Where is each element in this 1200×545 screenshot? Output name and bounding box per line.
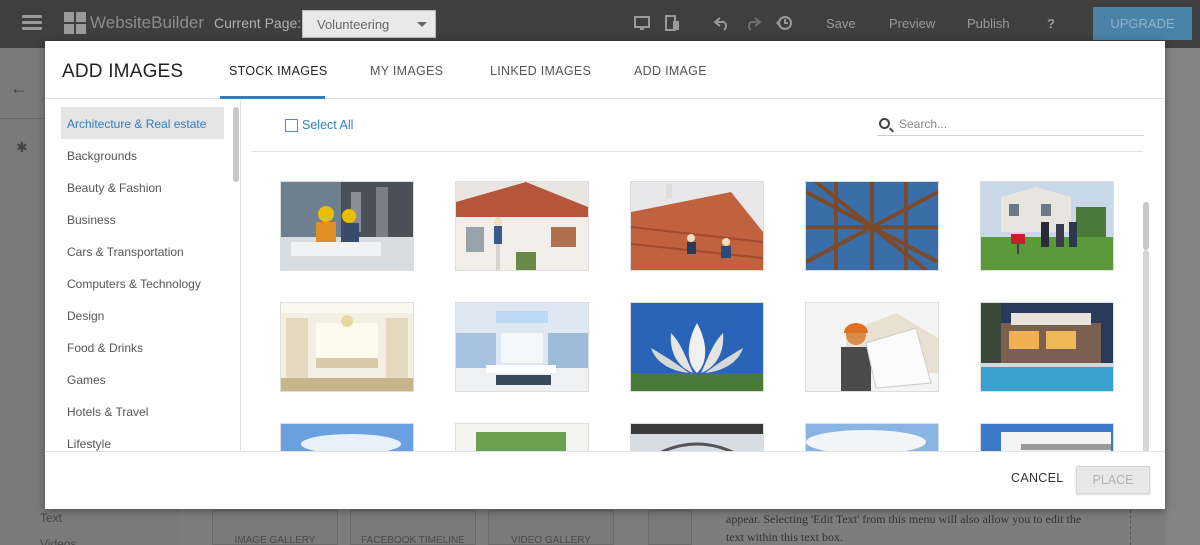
add-images-modal: ADD IMAGES STOCK IMAGES MY IMAGES LINKED… (45, 41, 1165, 509)
upgrade-button[interactable]: UPGRADE (1093, 7, 1192, 40)
publish-button[interactable]: Publish (967, 16, 1010, 31)
left-panel-divider (0, 118, 45, 119)
brand-name: WebsiteBuilder (90, 13, 205, 32)
modal-footer: CANCEL PLACE (45, 451, 1165, 509)
house-for-sale-image (981, 182, 1113, 270)
redo-icon[interactable] (744, 14, 762, 32)
grid-scrollbar[interactable] (1143, 202, 1149, 250)
category-item[interactable]: Hotels & Travel (61, 395, 224, 427)
brand-logo: WebsiteBuilder (64, 12, 204, 34)
category-item[interactable]: Beauty & Fashion (61, 171, 224, 203)
modal-header: ADD IMAGES STOCK IMAGES MY IMAGES LINKED… (45, 41, 1165, 99)
history-icon[interactable] (775, 14, 793, 32)
active-tab-indicator (220, 96, 325, 99)
stock-image-thumb[interactable] (630, 423, 764, 451)
widget-video-gallery[interactable]: VIDEO GALLERY (488, 510, 614, 545)
builder-logo-icon (64, 12, 86, 34)
menu-icon[interactable] (22, 15, 42, 31)
left-panel-item-text[interactable]: Text (40, 511, 62, 525)
widget-facebook-timeline[interactable]: FACEBOOK TIMELINE (350, 510, 476, 545)
category-sidebar: Architecture & Real estate Backgrounds B… (45, 100, 241, 451)
stock-image-thumb[interactable] (805, 423, 939, 451)
stock-image-thumb[interactable] (630, 181, 764, 271)
current-page-select[interactable]: Volunteering (302, 10, 436, 38)
stock-image-thumb[interactable] (280, 423, 414, 451)
puzzle-icon: ✱ (16, 139, 28, 155)
right-edge-panel (1166, 48, 1200, 545)
checkbox-icon[interactable] (285, 118, 298, 132)
save-button[interactable]: Save (826, 16, 856, 31)
category-item[interactable]: Architecture & Real estate (61, 107, 224, 139)
cancel-button[interactable]: CANCEL (1011, 471, 1064, 485)
content-divider (252, 151, 1143, 152)
tab-my-images[interactable]: MY IMAGES (370, 64, 443, 78)
image-grid-area: Select All (242, 100, 1165, 451)
stock-image-thumb[interactable] (455, 181, 589, 271)
tile-roof-workers-image (631, 182, 763, 270)
stock-image-thumb[interactable] (980, 181, 1114, 271)
chevron-down-icon (417, 22, 427, 27)
widget-image-gallery[interactable]: IMAGE GALLERY (212, 510, 338, 545)
construction-workers-image (281, 182, 413, 270)
stock-image-thumb[interactable] (455, 423, 589, 451)
place-button[interactable]: PLACE (1076, 466, 1150, 494)
timber-framing-image (806, 182, 938, 270)
category-item[interactable]: Cars & Transportation (61, 235, 224, 267)
category-item[interactable]: Design (61, 299, 224, 331)
stock-image-thumb[interactable] (630, 302, 764, 392)
green-interior-image (456, 424, 588, 451)
editor-text-line: appear. Selecting 'Edit Text' from this … (726, 512, 1082, 526)
stock-image-thumb[interactable] (455, 302, 589, 392)
stock-image-thumb[interactable] (805, 302, 939, 392)
stock-image-thumb[interactable] (280, 302, 414, 392)
stock-image-thumb[interactable] (980, 423, 1114, 451)
desktop-view-icon[interactable] (633, 14, 651, 32)
modern-living-room-image (456, 303, 588, 391)
modal-title: ADD IMAGES (62, 61, 184, 82)
classic-living-room-image (281, 303, 413, 391)
help-button[interactable]: ? (1047, 16, 1055, 31)
search-box (877, 114, 1144, 136)
roofer-house-image (456, 182, 588, 270)
left-panel-item-videos[interactable]: Videos (40, 537, 76, 545)
category-item[interactable]: Games (61, 363, 224, 395)
tab-add-image[interactable]: ADD IMAGE (634, 64, 707, 78)
widget-placeholder (648, 510, 692, 545)
white-building-image (981, 424, 1113, 451)
back-arrow-icon[interactable]: ← (10, 78, 28, 99)
bridge-structure-image (631, 424, 763, 451)
sidebar-scrollbar[interactable] (233, 107, 239, 182)
current-page-label: Current Page: (214, 15, 302, 31)
category-item[interactable]: Business (61, 203, 224, 235)
undo-icon[interactable] (713, 14, 731, 32)
editor-text-line: text within this text box. (726, 530, 843, 544)
preview-button[interactable]: Preview (889, 16, 935, 31)
grid-scroll-track (1143, 250, 1149, 451)
text-box-border (1130, 510, 1131, 545)
category-item[interactable]: Food & Drinks (61, 331, 224, 363)
stock-image-thumb[interactable] (980, 302, 1114, 392)
search-icon (879, 118, 890, 129)
engineer-plans-image (806, 303, 938, 391)
modern-villa-pool-image (981, 303, 1113, 391)
select-all-checkbox[interactable]: Select All (285, 118, 353, 132)
stock-image-thumb[interactable] (805, 181, 939, 271)
clouds-building-image (806, 424, 938, 451)
select-all-label: Select All (302, 118, 354, 132)
tab-linked-images[interactable]: LINKED IMAGES (490, 64, 591, 78)
category-item[interactable]: Backgrounds (61, 139, 224, 171)
tab-stock-images[interactable]: STOCK IMAGES (229, 64, 328, 78)
search-input[interactable] (899, 114, 1139, 134)
category-item[interactable]: Lifestyle (61, 427, 224, 451)
category-item[interactable]: Computers & Technology (61, 267, 224, 299)
lotus-museum-image (631, 303, 763, 391)
stock-image-thumb[interactable] (280, 181, 414, 271)
current-page-value: Volunteering (317, 17, 390, 32)
tablet-view-icon[interactable] (663, 14, 681, 32)
sky-building-image (281, 424, 413, 451)
